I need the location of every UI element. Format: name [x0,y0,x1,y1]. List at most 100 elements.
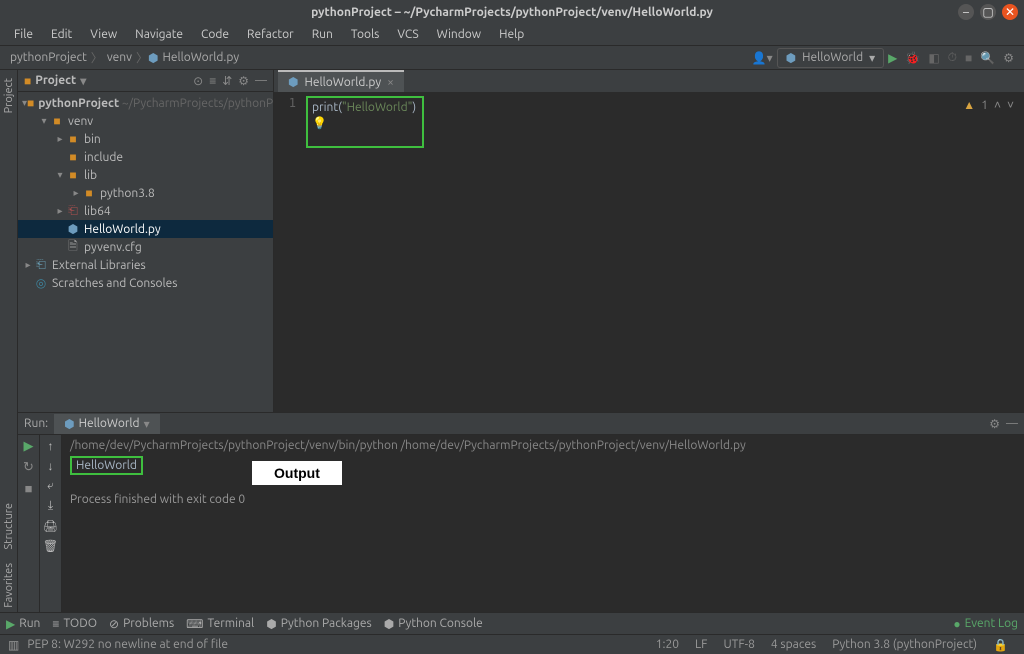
chevron-down-icon: ▾ [869,51,875,65]
menu-edit[interactable]: Edit [43,26,80,43]
bottom-event-log[interactable]: ●Event Log [953,617,1018,631]
menu-run[interactable]: Run [304,26,341,43]
close-button[interactable]: ✕ [1002,4,1018,20]
tree-include[interactable]: ■include [18,148,273,166]
navigation-bar: pythonProject 〉 venv 〉 ⬢ HelloWorld.py 👤… [0,46,1024,70]
tree-lib[interactable]: ▾■lib [18,166,273,184]
settings-button[interactable]: ⚙ [999,51,1018,65]
toolwindows-icon[interactable]: ▥ [8,638,27,652]
menu-help[interactable]: Help [491,26,532,43]
window-buttons: – ▢ ✕ [958,4,1018,20]
debug-button[interactable]: 🐞 [901,51,924,65]
python-icon: ⬢ [64,417,74,431]
toolwindow-structure[interactable]: Structure [2,499,16,554]
program-output: HelloWorld [70,456,143,475]
menu-refactor[interactable]: Refactor [239,26,302,43]
code-highlight-box: print("HelloWorld") 💡 [306,96,424,148]
exit-message: Process finished with exit code 0 [70,493,1016,506]
tree-external-libraries[interactable]: ▸⎗External Libraries [18,256,273,274]
menu-tools[interactable]: Tools [343,26,388,43]
left-toolwindow-strip: Project Structure Favorites [0,70,18,612]
close-tab-icon[interactable]: × [387,76,394,89]
expand-all-icon[interactable]: ≡ [209,74,216,88]
chevron-down-icon[interactable]: ▾ [80,74,86,88]
bulb-icon[interactable]: 💡 [312,116,327,130]
run-config-selector[interactable]: ⬢ HelloWorld ▾ [777,48,884,68]
up-icon[interactable]: ↑ [48,439,54,453]
stop-button[interactable]: ↻ [23,460,34,475]
bottom-run[interactable]: ▶Run [6,617,40,631]
folder-icon: ■ [24,74,31,88]
scroll-to-end-icon[interactable]: ⤓ [48,499,53,513]
chevron-down-icon[interactable]: ˅ [1007,98,1014,112]
search-everywhere-button[interactable]: 🔍 [976,51,999,65]
soft-wrap-icon[interactable]: ⤶ [47,479,54,493]
project-tree[interactable]: ▾■ pythonProject ~/PycharmProjects/pytho… [18,92,273,412]
settings-icon[interactable]: ⚙ [238,74,249,88]
menu-vcs[interactable]: VCS [389,26,426,43]
coverage-button[interactable]: ◧ [924,51,943,65]
tree-scratches[interactable]: ◎Scratches and Consoles [18,274,273,292]
run-tab[interactable]: ⬢ HelloWorld ▾ [54,414,159,434]
toolwindow-favorites[interactable]: Favorites [2,559,16,612]
title-bar: pythonProject – ~/PycharmProjects/python… [0,0,1024,24]
menu-window[interactable]: Window [429,26,489,43]
bottom-python-console[interactable]: ⬢Python Console [384,617,483,631]
clear-icon[interactable]: 🗑 [43,539,58,553]
tree-venv[interactable]: ▾■venv [18,112,273,130]
menu-view[interactable]: View [82,26,125,43]
chevron-up-icon[interactable]: ˄ [994,98,1001,112]
python-file-icon: ⬢ [288,75,298,89]
bottom-python-packages[interactable]: ⬢Python Packages [266,617,372,631]
run-panel: Run: ⬢ HelloWorld ▾ ⚙ — ▶ ↻ ■ ↑ ↓ [18,412,1024,612]
breadcrumb-venv[interactable]: venv [103,51,136,64]
menu-navigate[interactable]: Navigate [127,26,191,43]
toolwindow-project[interactable]: Project [2,74,16,117]
rerun-button[interactable]: ▶ [24,439,34,454]
editor-inspection-status[interactable]: ▲ 1 ˄ ˅ [963,98,1014,112]
profile-button[interactable]: ⏱ [944,51,961,65]
editor-tabs: ⬢ HelloWorld.py × [274,70,1024,92]
bottom-terminal[interactable]: ⌨Terminal [186,617,254,631]
bottom-problems[interactable]: ⊘Problems [109,617,174,631]
python-file-icon: ⬢ [148,51,158,65]
run-output-gutter: ↑ ↓ ⤶ ⤓ 🖨 🗑 [40,435,62,612]
status-interpreter[interactable]: Python 3.8 (pythonProject) [824,638,985,651]
tree-python38[interactable]: ▸■python3.8 [18,184,273,202]
breadcrumb-sep-icon: 〉 [136,49,148,66]
down-icon[interactable]: ↓ [48,459,54,473]
user-icon[interactable]: 👤▾ [748,51,777,65]
status-encoding[interactable]: UTF-8 [715,638,762,651]
settings-icon[interactable]: ⚙ [989,417,1000,431]
breadcrumb-file[interactable]: HelloWorld.py [158,51,243,64]
hide-icon[interactable]: — [255,74,267,88]
status-line-separator[interactable]: LF [687,638,715,651]
print-icon[interactable]: 🖨 [43,519,58,533]
tree-helloworld-py[interactable]: ⬢HelloWorld.py [18,220,273,238]
tree-pyvenv-cfg[interactable]: 🗎pyvenv.cfg [18,238,273,256]
project-pane: ■ Project ▾ ⊙ ≡ ⇵ ⚙ — ▾■ pytho [18,70,274,412]
select-opened-file-icon[interactable]: ⊙ [193,74,203,88]
stop-button[interactable]: ■ [25,481,33,496]
menu-file[interactable]: File [6,26,41,43]
collapse-all-icon[interactable]: ⇵ [222,74,232,88]
hide-icon[interactable]: — [1006,417,1018,430]
tree-lib64[interactable]: ▸⎗lib64 [18,202,273,220]
minimize-button[interactable]: – [958,4,974,20]
status-message: PEP 8: W292 no newline at end of file [27,638,228,651]
status-position[interactable]: 1:20 [648,638,687,651]
tree-root[interactable]: ▾■ pythonProject ~/PycharmProjects/pytho… [18,94,273,112]
editor-tab-helloworld[interactable]: ⬢ HelloWorld.py × [278,70,404,92]
menu-code[interactable]: Code [193,26,237,43]
status-indent[interactable]: 4 spaces [763,638,824,651]
breadcrumb-sep-icon: 〉 [91,49,103,66]
stop-button[interactable]: ■ [961,51,976,65]
tree-bin[interactable]: ▸■bin [18,130,273,148]
code-editor[interactable]: 1 print("HelloWorld") 💡 ▲ 1 ˄ ˅ [274,92,1024,412]
run-button[interactable]: ▶ [884,51,901,65]
bottom-todo[interactable]: ≡TODO [52,617,97,631]
lock-icon[interactable]: 🔒 [985,638,1016,652]
maximize-button[interactable]: ▢ [980,4,996,20]
breadcrumb-root[interactable]: pythonProject [6,51,91,64]
run-output[interactable]: /home/dev/PycharmProjects/pythonProject/… [62,435,1024,612]
